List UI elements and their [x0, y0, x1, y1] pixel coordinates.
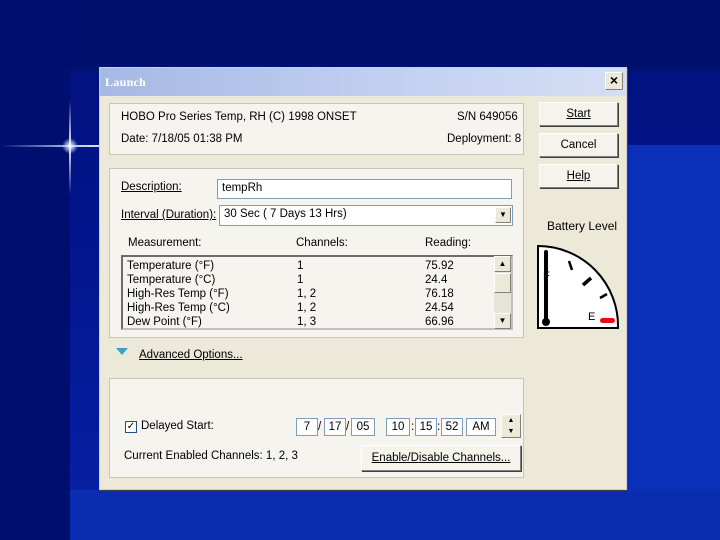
arrow-down-icon: ▼ [498, 316, 507, 325]
row-channels: 1 [297, 260, 304, 272]
measurement-header: Measurement: [128, 237, 202, 249]
date-separator: / [346, 421, 350, 433]
interval-select[interactable]: 30 Sec ( 7 Days 13 Hrs) [219, 205, 513, 226]
start-month-field[interactable]: 7 [296, 418, 318, 436]
battery-empty-mark: E [588, 311, 596, 323]
row-reading: 24.54 [425, 302, 454, 314]
background-panel-bottom [70, 490, 720, 540]
row-channels: 1, 3 [297, 316, 317, 328]
battery-empty-indicator [600, 318, 615, 323]
battery-gauge [537, 244, 620, 329]
channels-header: Channels: [296, 237, 348, 249]
help-button[interactable]: Help [539, 164, 618, 188]
table-row[interactable]: High-Res Temp (°C) 1, 2 24.54 [123, 302, 495, 316]
background-panel-top [70, 0, 720, 70]
enabled-channels-text: Current Enabled Channels: 1, 2, 3 [124, 450, 298, 462]
device-name: HOBO Pro Series Temp, RH (C) 1998 ONSET [121, 111, 357, 123]
measurement-list[interactable]: Temperature (°F) 1 75.92 Temperature (°C… [121, 255, 513, 330]
reading-header: Reading: [425, 237, 472, 249]
description-label: Description: [121, 181, 182, 193]
serial-number: S/N 649056 [457, 111, 518, 123]
advanced-options-link[interactable]: Advanced Options... [139, 349, 243, 361]
enable-disable-channels-label: Enable/Disable Channels... [371, 452, 511, 464]
scroll-down-button[interactable]: ▼ [494, 313, 511, 329]
help-button-label: Help [566, 170, 591, 182]
start-ampm-field[interactable]: AM [466, 418, 496, 436]
triangle-down-icon[interactable] [116, 348, 128, 355]
row-channels: 1, 2 [297, 288, 317, 300]
table-row[interactable]: Temperature (°C) 1 24.4 [123, 274, 495, 288]
row-channels: 1 [297, 274, 304, 286]
start-minute-field[interactable]: 15 [415, 418, 437, 436]
start-button[interactable]: Start [539, 102, 618, 126]
row-measurement: High-Res Temp (°F) [127, 288, 229, 300]
row-measurement: High-Res Temp (°C) [127, 302, 230, 314]
background-panel-right [620, 145, 720, 540]
close-button[interactable]: × [605, 72, 623, 90]
chevron-down-icon: ▼ [499, 210, 507, 219]
battery-gauge-pivot [542, 318, 550, 326]
time-separator: : [437, 421, 441, 433]
table-row[interactable]: Temperature (°F) 1 75.92 [123, 260, 495, 274]
time-spin-control[interactable]: ▲ ▼ [501, 414, 521, 438]
sparkle-line-horizontal [0, 145, 105, 147]
title-bar[interactable]: Launch × [100, 68, 626, 96]
table-row[interactable]: High-Res Temp (°F) 1, 2 76.18 [123, 288, 495, 302]
interval-dropdown-button[interactable]: ▼ [495, 207, 511, 223]
date-separator: / [318, 421, 322, 433]
deployment-count: Deployment: 8 [447, 133, 522, 145]
interval-label: Interval (Duration): [121, 209, 217, 221]
cancel-button[interactable]: Cancel [539, 133, 618, 157]
description-input[interactable]: tempRh [217, 179, 512, 199]
arrow-up-icon: ▲ [498, 259, 507, 268]
spin-up-button[interactable]: ▲ [502, 415, 520, 426]
start-day-field[interactable]: 17 [324, 418, 346, 436]
delayed-start-checkbox[interactable]: ✓ [125, 421, 137, 433]
row-reading: 76.18 [425, 288, 454, 300]
launch-date: Date: 7/18/05 01:38 PM [121, 133, 243, 145]
dialog-title: Launch [105, 75, 147, 89]
time-separator: : [411, 421, 415, 433]
sparkle-icon [62, 138, 78, 154]
start-hour-field[interactable]: 10 [386, 418, 410, 436]
row-reading: 66.96 [425, 316, 454, 328]
row-reading: 75.92 [425, 260, 454, 272]
spin-down-button[interactable]: ▼ [502, 426, 520, 437]
start-second-field[interactable]: 52 [441, 418, 463, 436]
start-year-field[interactable]: 05 [351, 418, 375, 436]
row-reading: 24.4 [425, 274, 448, 286]
row-measurement: Dew Point (°F) [127, 316, 202, 328]
arrow-up-icon: ▲ [507, 417, 515, 424]
row-channels: 1, 2 [297, 302, 317, 314]
enable-disable-channels-button[interactable]: Enable/Disable Channels... [361, 445, 521, 471]
battery-full-mark: F [543, 270, 550, 282]
start-button-label: Start [566, 108, 591, 120]
background-panel-left [0, 0, 70, 540]
scroll-up-button[interactable]: ▲ [494, 256, 511, 272]
arrow-down-icon: ▼ [507, 428, 515, 435]
scroll-thumb[interactable] [494, 273, 511, 293]
battery-level-label: Battery Level [547, 219, 618, 233]
list-scrollbar[interactable]: ▲ ▼ [494, 256, 511, 329]
battery-gauge-face [537, 244, 620, 329]
row-measurement: Temperature (°C) [127, 274, 216, 286]
delayed-start-label: Delayed Start: [141, 420, 214, 432]
row-measurement: Temperature (°F) [127, 260, 215, 272]
table-row[interactable]: Dew Point (°F) 1, 3 66.96 [123, 316, 495, 328]
